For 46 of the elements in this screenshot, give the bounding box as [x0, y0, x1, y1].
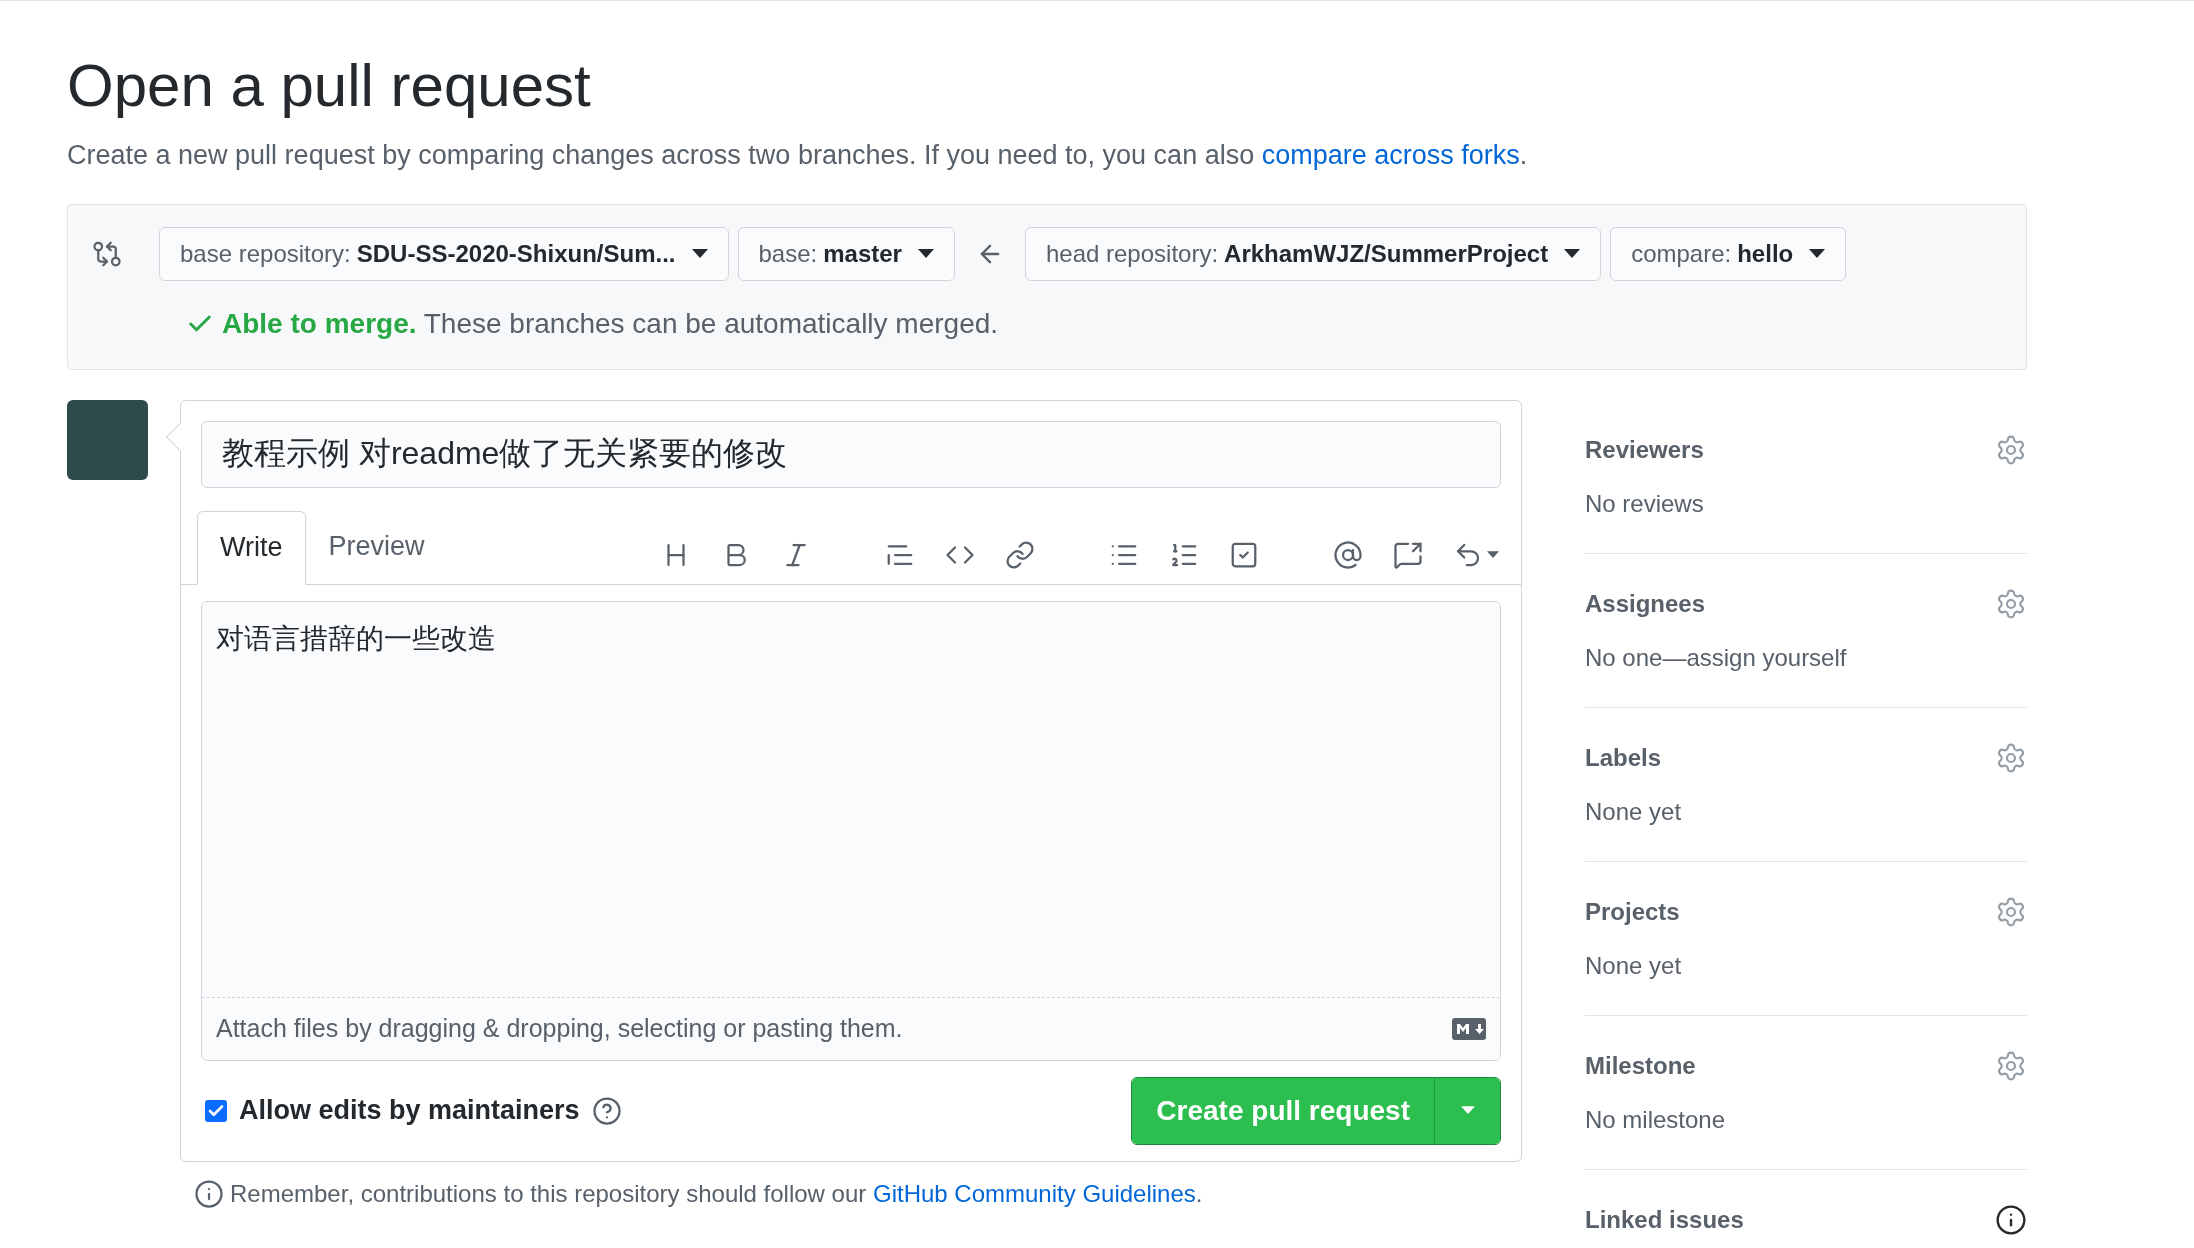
caret-icon: [691, 248, 708, 259]
body-editor[interactable]: 对语言措辞的一些改造 Attach files by dragging & dropping, selecting or pasting them.: [201, 600, 1501, 1061]
caret-icon: [1564, 248, 1581, 259]
title-input[interactable]: 教程示例 对readme做了无关紧要的修改: [201, 420, 1501, 488]
info-icon: [194, 1178, 224, 1209]
info-icon[interactable]: [1995, 1203, 2027, 1236]
compare-forks-link[interactable]: compare across forks: [1261, 140, 1520, 170]
sidebar-value: No milestone: [1585, 1104, 1726, 1135]
settings-icon[interactable]: [1995, 741, 2027, 774]
sidebar-heading: Labels: [1585, 742, 1662, 773]
branch-selector[interactable]: head repository: ArkhamWJZ/SummerProject: [1024, 226, 1602, 281]
sidebar-value: None yet: [1585, 796, 1682, 827]
sidebar-heading: Linked issues: [1585, 1204, 1744, 1235]
merge-status: Able to merge. These branches can be automatically merged.: [222, 306, 999, 341]
allow-edits-label[interactable]: Allow edits by maintainers: [239, 1090, 580, 1131]
body-textarea[interactable]: 对语言措辞的一些改造: [202, 601, 1500, 998]
branch-selector[interactable]: compare: hello: [1610, 226, 1847, 281]
branch-selector[interactable]: base repository: SDU-SS-2020-Shixun/Sum...: [159, 226, 729, 281]
help-icon[interactable]: [591, 1095, 622, 1126]
editor-tab[interactable]: Preview: [305, 509, 448, 584]
settings-icon[interactable]: [1995, 1049, 2027, 1082]
caret-icon: [1487, 550, 1499, 559]
settings-icon[interactable]: [1995, 895, 2027, 928]
caret-icon: [1460, 1106, 1475, 1115]
sidebar-value: No reviews: [1585, 488, 1704, 519]
caret-icon: [1809, 248, 1826, 259]
page-title: Open a pull request: [67, 53, 591, 119]
settings-icon[interactable]: [1995, 587, 2027, 620]
mention-icon[interactable]: [1333, 539, 1363, 570]
markdown-icon: [1452, 1017, 1486, 1040]
checkbox[interactable]: [205, 1099, 227, 1122]
community-guidelines-link[interactable]: GitHub Community Guidelines: [873, 1179, 1196, 1207]
editor-tab[interactable]: Write: [197, 510, 306, 585]
branch-selector[interactable]: base: master: [737, 226, 955, 281]
caret-icon: [917, 248, 934, 259]
settings-icon[interactable]: [1995, 433, 2027, 466]
attach-hint: Attach files by dragging & dropping, selecting or pasting them.: [216, 1012, 903, 1044]
page-description: Create a new pull request by comparing changes across two branches. If you need to, you can also compare across forks.: [67, 139, 1528, 172]
sidebar-value: No one—assign yourself: [1585, 642, 1847, 673]
guidelines-notice: Remember, contributions to this repository should follow our GitHub Community Guidelines.: [230, 1178, 1203, 1209]
sidebar-value: None yet: [1585, 950, 1682, 981]
sidebar-heading: Projects: [1585, 896, 1680, 927]
link-icon[interactable]: [1005, 539, 1035, 570]
sidebar-heading: Reviewers: [1585, 434, 1704, 465]
sidebar-heading: Assignees: [1585, 588, 1706, 619]
sidebar-heading: Milestone: [1585, 1050, 1696, 1081]
